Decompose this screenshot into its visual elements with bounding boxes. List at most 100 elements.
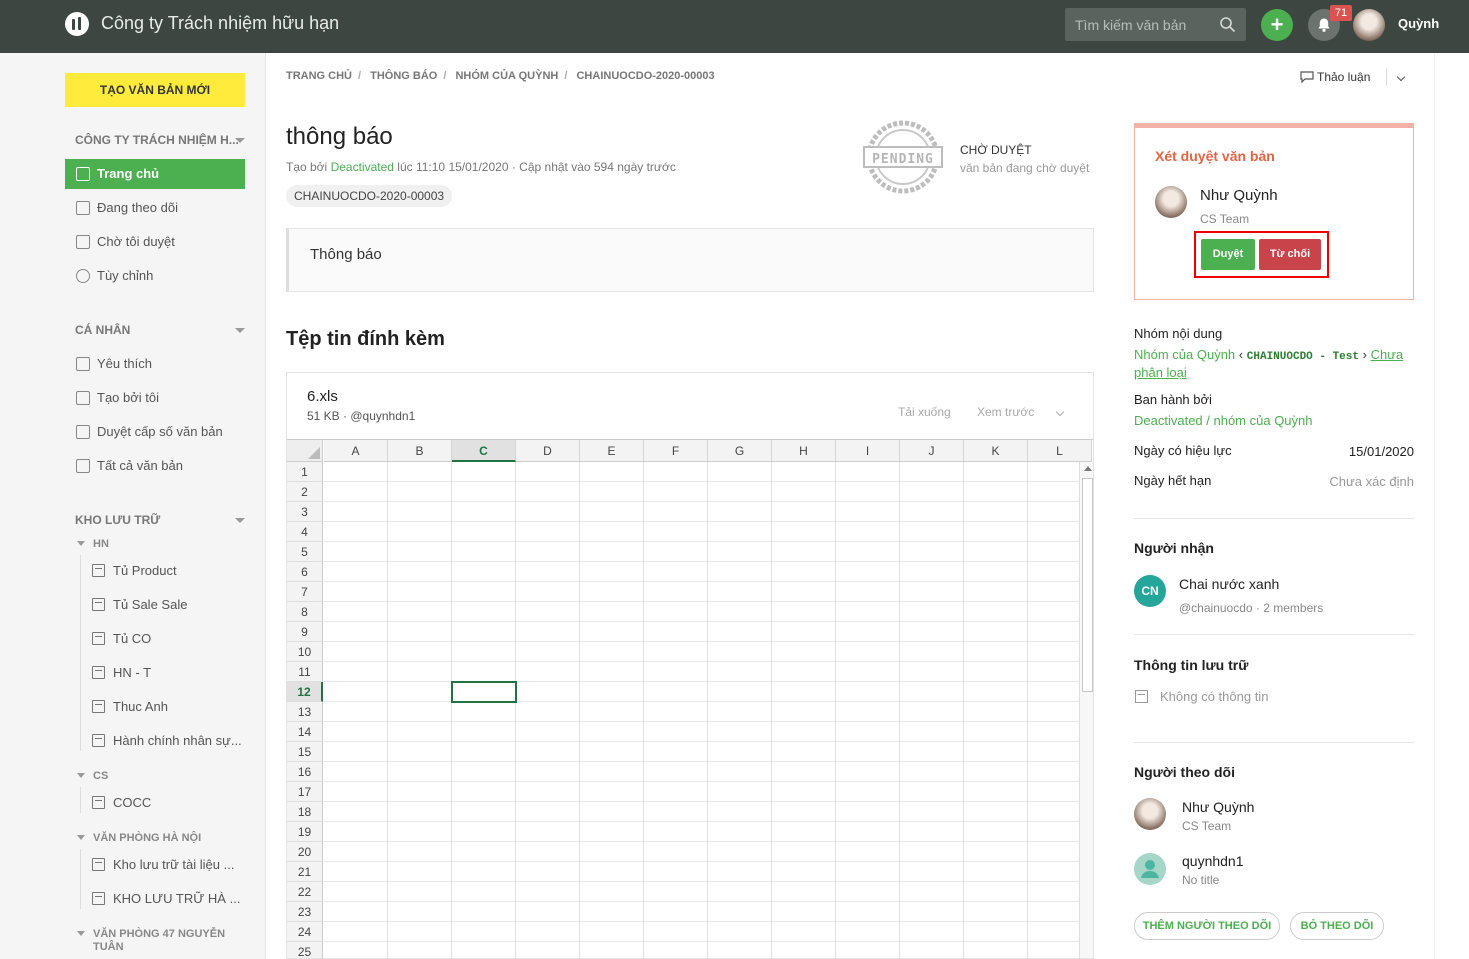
sidebar-item-favorites[interactable]: Yêu thích: [65, 349, 245, 379]
row-header[interactable]: 15: [287, 742, 323, 762]
row-header[interactable]: 23: [287, 902, 323, 922]
column-header[interactable]: C: [452, 440, 516, 462]
row-header[interactable]: 18: [287, 802, 323, 822]
row-header[interactable]: 20: [287, 842, 323, 862]
file-name[interactable]: 6.xls: [307, 388, 338, 405]
spreadsheet-preview[interactable]: ABCDEFGHIJKL 1 2 3 4 5 6 7 8 9 10 11 12 13 14 15 16 17 18…: [287, 439, 1093, 958]
breadcrumb-item[interactable]: NHÓM CỦA QUỲNH: [455, 70, 558, 82]
folder-item[interactable]: HN - T: [80, 663, 250, 683]
row-header[interactable]: 7: [287, 582, 323, 602]
user-name[interactable]: Quỳnh: [1398, 16, 1439, 31]
follower-name[interactable]: quynhdn1: [1182, 853, 1244, 869]
column-header[interactable]: H: [772, 440, 836, 462]
row-header[interactable]: 25: [287, 942, 323, 958]
sidebar-item-all-documents[interactable]: Tất cả văn bản: [65, 451, 245, 481]
folder-item[interactable]: COCC: [80, 793, 250, 813]
folder-item[interactable]: Hành chính nhân sự...: [80, 731, 250, 751]
column-header[interactable]: D: [516, 440, 580, 462]
chevron-down-icon[interactable]: [235, 328, 245, 333]
scroll-up-icon[interactable]: [1084, 466, 1092, 471]
sidebar-item-created-by-me[interactable]: Tạo bởi tôi: [65, 383, 245, 413]
storage-group-hanoi-office[interactable]: VĂN PHÒNG HÀ NỘI: [77, 832, 247, 845]
row-header[interactable]: 3: [287, 502, 323, 522]
search-box[interactable]: Tìm kiếm văn bản: [1065, 8, 1246, 41]
download-button[interactable]: Tải xuống: [898, 405, 951, 419]
preview-button[interactable]: Xem trước: [977, 405, 1034, 419]
row-header[interactable]: 12: [287, 682, 323, 702]
column-header[interactable]: J: [900, 440, 964, 462]
chevron-down-icon[interactable]: [1055, 407, 1065, 417]
row-header[interactable]: 22: [287, 882, 323, 902]
company-title[interactable]: Công ty Trách nhiệm hữu hạn: [101, 13, 339, 34]
row-header[interactable]: 4: [287, 522, 323, 542]
row-header[interactable]: 16: [287, 762, 323, 782]
folder-item[interactable]: Tủ Product: [80, 561, 250, 581]
sidebar-item-customize[interactable]: Tùy chỉnh: [65, 261, 245, 291]
breadcrumb-item[interactable]: TRANG CHỦ: [286, 70, 352, 82]
user-avatar[interactable]: [1353, 9, 1385, 41]
row-header[interactable]: 8: [287, 602, 323, 622]
company-section-header[interactable]: CÔNG TY TRÁCH NHIỆM H...: [75, 133, 250, 147]
chevron-down-icon[interactable]: [235, 518, 245, 523]
scroll-thumb[interactable]: [1082, 478, 1093, 692]
personal-section-header[interactable]: CÁ NHÂN: [75, 323, 250, 337]
row-header[interactable]: 5: [287, 542, 323, 562]
approver-name[interactable]: Như Quỳnh: [1200, 187, 1278, 204]
add-follower-button[interactable]: THÊM NGƯỜI THEO DÕI: [1134, 912, 1280, 940]
column-header[interactable]: G: [708, 440, 772, 462]
sidebar-item-following[interactable]: Đang theo dõi: [65, 193, 245, 223]
column-header[interactable]: B: [388, 440, 452, 462]
row-header[interactable]: 19: [287, 822, 323, 842]
row-header[interactable]: 17: [287, 782, 323, 802]
column-header[interactable]: E: [580, 440, 644, 462]
search-input[interactable]: Tìm kiếm văn bản: [1075, 17, 1186, 33]
breadcrumb-item[interactable]: THÔNG BÁO: [370, 70, 437, 82]
row-header[interactable]: 13: [287, 702, 323, 722]
storage-section-header[interactable]: KHO LƯU TRỮ: [75, 513, 250, 527]
storage-group-cs[interactable]: CS: [77, 770, 247, 783]
storage-group-47-nguyen-tuan[interactable]: VĂN PHÒNG 47 NGUYỄN TUÂN: [77, 928, 247, 954]
row-header[interactable]: 21: [287, 862, 323, 882]
add-button[interactable]: +: [1261, 9, 1293, 41]
new-document-button[interactable]: TẠO VĂN BẢN MỚI: [65, 73, 245, 107]
storage-group-hn[interactable]: HN: [77, 538, 247, 551]
folder-item[interactable]: Tủ CO: [80, 629, 250, 649]
chevron-down-icon[interactable]: [1386, 68, 1414, 86]
breadcrumb-item[interactable]: CHAINUOCDO-2020-00003: [576, 70, 714, 82]
search-icon[interactable]: [1219, 16, 1236, 33]
recipient-name[interactable]: Chai nước xanh: [1179, 576, 1279, 592]
select-all-corner[interactable]: [287, 440, 323, 462]
folder-item[interactable]: Thuc Anh: [80, 697, 250, 717]
row-header[interactable]: 11: [287, 662, 323, 682]
row-header[interactable]: 24: [287, 922, 323, 942]
column-header[interactable]: L: [1028, 440, 1092, 462]
column-header[interactable]: I: [836, 440, 900, 462]
content-group-link[interactable]: Nhóm của Quỳnh: [1134, 347, 1235, 362]
row-header[interactable]: 9: [287, 622, 323, 642]
selected-cell[interactable]: [451, 681, 517, 703]
column-header[interactable]: K: [964, 440, 1028, 462]
column-header[interactable]: F: [644, 440, 708, 462]
follower-name[interactable]: Như Quỳnh: [1182, 799, 1254, 815]
sidebar-item-approve-numbering[interactable]: Duyệt cấp số văn bản: [65, 417, 245, 447]
row-header[interactable]: 14: [287, 722, 323, 742]
discussion-button[interactable]: Thảo luận: [1300, 70, 1370, 84]
row-header[interactable]: 1: [287, 462, 323, 482]
folder-item[interactable]: Tủ Sale Sale: [80, 595, 250, 615]
author-link[interactable]: Deactivated: [331, 160, 394, 174]
folder-item[interactable]: KHO LƯU TRỮ HÀ ...: [80, 889, 250, 909]
unfollow-button[interactable]: BỎ THEO DÕI: [1290, 912, 1384, 940]
chevron-down-icon[interactable]: [235, 138, 245, 143]
vertical-scrollbar[interactable]: [1079, 462, 1093, 958]
approve-button[interactable]: Duyệt: [1201, 239, 1255, 270]
sidebar-item-home[interactable]: Trang chủ: [65, 159, 245, 189]
folder-item[interactable]: Kho lưu trữ tài liệu ...: [80, 855, 250, 875]
column-header[interactable]: A: [324, 440, 388, 462]
sidebar-item-waiting-approval[interactable]: Chờ tôi duyệt: [65, 227, 245, 257]
app-logo-icon[interactable]: [65, 12, 89, 36]
row-header[interactable]: 2: [287, 482, 323, 502]
content-group-link[interactable]: CHAINUOCDO - Test: [1247, 351, 1359, 363]
row-header[interactable]: 10: [287, 642, 323, 662]
row-header[interactable]: 6: [287, 562, 323, 582]
reject-button[interactable]: Từ chối: [1259, 239, 1321, 270]
